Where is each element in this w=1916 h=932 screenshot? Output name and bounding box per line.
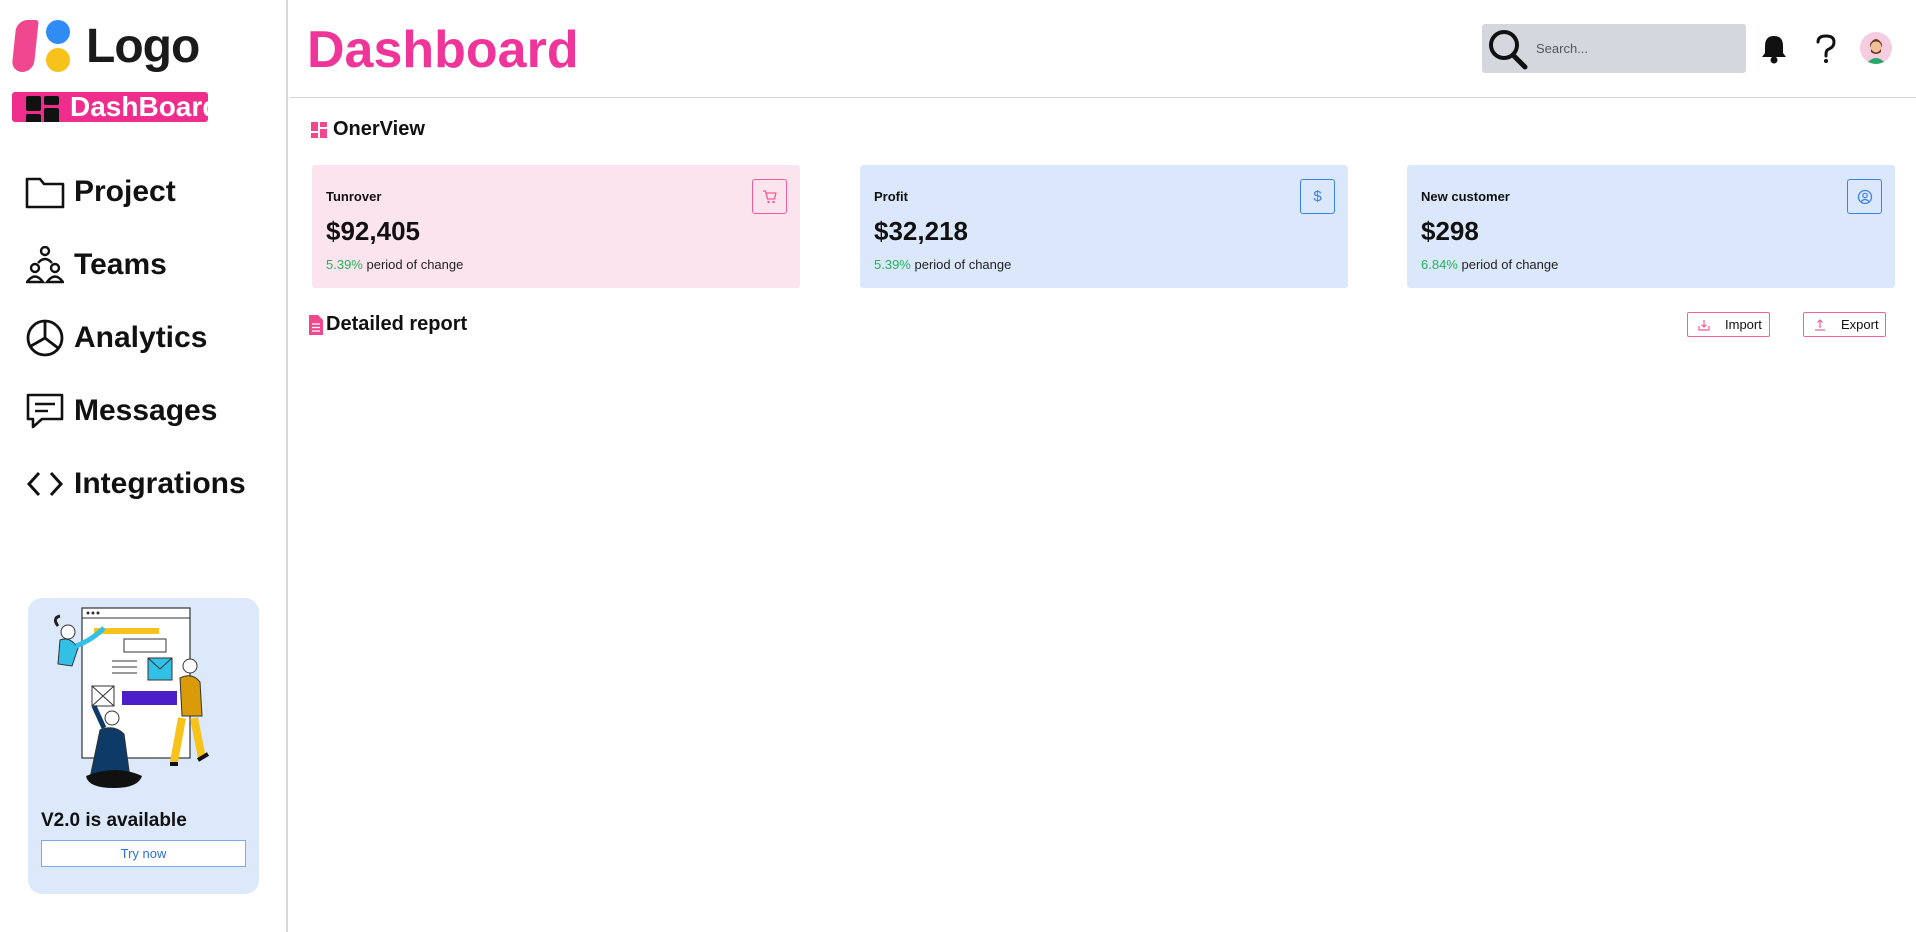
sidebar-item-label: Teams — [74, 247, 167, 281]
export-icon — [1815, 318, 1825, 331]
card-label: New customer — [1421, 189, 1510, 204]
logo-text: Logo — [86, 19, 200, 73]
change-text: period of change — [366, 257, 464, 272]
card-change: 6.84% period of change — [1421, 257, 1558, 272]
report-title: Detailed report — [326, 313, 468, 335]
dashboard-grid-icon — [26, 96, 59, 122]
overview-heading: OnerView — [311, 118, 425, 141]
sidebar-nav: Project Teams Analytics Messages Integra… — [24, 155, 246, 520]
folder-icon — [24, 171, 66, 213]
help-button[interactable] — [1810, 33, 1842, 65]
avatar-icon — [1860, 32, 1892, 64]
card-value: $32,218 — [874, 216, 968, 246]
card-value: $92,405 — [326, 216, 420, 246]
sidebar-item-label: Messages — [74, 393, 218, 427]
sidebar-item-integrations[interactable]: Integrations — [24, 447, 246, 520]
sidebar-item-teams[interactable]: Teams — [24, 228, 246, 301]
change-text: period of change — [1461, 257, 1559, 272]
user-circle-icon — [1857, 189, 1872, 204]
upgrade-promo-card: V2.0 is available Try now — [28, 598, 259, 894]
teams-icon — [24, 244, 66, 286]
pie-chart-icon — [24, 317, 66, 359]
help-icon — [1816, 34, 1836, 63]
avatar[interactable] — [1860, 32, 1892, 64]
overview-title: OnerView — [333, 118, 425, 140]
card-change: 5.39% period of change — [326, 257, 463, 272]
message-icon — [24, 390, 66, 432]
document-icon — [309, 314, 323, 335]
search-bar[interactable] — [1482, 24, 1746, 73]
change-text: period of change — [914, 257, 1012, 272]
import-icon — [1698, 319, 1710, 331]
turnover-action-button[interactable] — [752, 179, 787, 214]
change-percent: 5.39% — [874, 257, 911, 272]
team-illustration — [53, 607, 210, 788]
dashboard-small-icon — [311, 121, 327, 138]
logo[interactable]: Logo — [11, 18, 200, 74]
card-label: Profit — [874, 189, 908, 204]
profit-card: Profit $32,218 5.39% period of change $ — [860, 165, 1348, 288]
bell-icon — [1762, 36, 1786, 64]
page-title: Dashboard — [307, 21, 579, 79]
sidebar-item-label: DashBoard — [70, 92, 208, 122]
card-label: Tunrover — [326, 189, 382, 204]
report-heading: Detailed report — [309, 313, 467, 336]
code-icon — [24, 463, 66, 505]
turnover-card: Tunrover $92,405 5.39% period of change — [312, 165, 800, 288]
promo-title: V2.0 is available — [41, 810, 187, 831]
sidebar-item-project[interactable]: Project — [24, 155, 246, 228]
dollar-icon: $ — [1313, 188, 1322, 205]
top-header: Dashboard — [290, 0, 1916, 98]
import-button[interactable]: Import — [1687, 312, 1770, 337]
search-input[interactable] — [1536, 41, 1726, 56]
logo-mark-icon — [11, 18, 74, 74]
sidebar-item-label: Integrations — [74, 466, 246, 500]
notifications-button[interactable] — [1758, 33, 1790, 65]
sidebar-item-dashboard[interactable]: DashBoard — [12, 92, 208, 122]
new-customer-card: New customer $298 6.84% period of change — [1407, 165, 1895, 288]
sidebar-item-label: Project — [74, 174, 176, 208]
sidebar-item-label: Analytics — [74, 320, 208, 354]
card-change: 5.39% period of change — [874, 257, 1011, 272]
export-label: Export — [1841, 317, 1879, 332]
sidebar-item-messages[interactable]: Messages — [24, 374, 246, 447]
customer-action-button[interactable] — [1847, 179, 1882, 214]
cart-icon — [762, 189, 777, 203]
change-percent: 5.39% — [326, 257, 363, 272]
profit-action-button[interactable]: $ — [1300, 179, 1335, 214]
import-label: Import — [1725, 317, 1762, 332]
sidebar: Logo DashBoard Project Teams Analytics M… — [0, 0, 288, 932]
export-button[interactable]: Export — [1803, 312, 1886, 337]
try-now-button[interactable]: Try now — [41, 840, 246, 867]
search-icon — [1489, 29, 1528, 69]
change-percent: 6.84% — [1421, 257, 1458, 272]
sidebar-item-analytics[interactable]: Analytics — [24, 301, 246, 374]
card-value: $298 — [1421, 216, 1479, 246]
